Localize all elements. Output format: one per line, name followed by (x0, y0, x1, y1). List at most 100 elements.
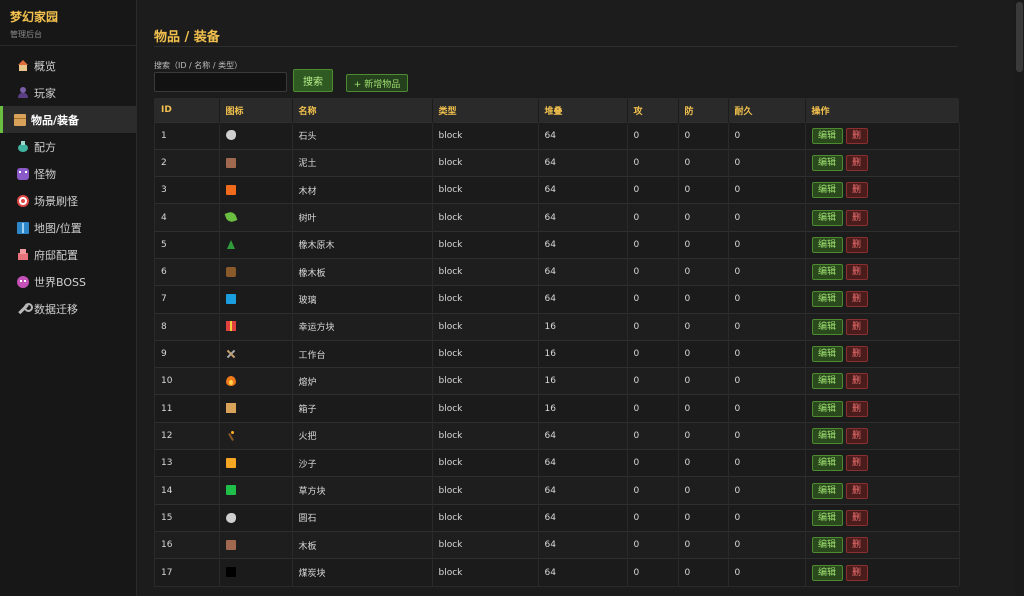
delete-button[interactable]: 删 (845, 291, 868, 308)
sidebar-item-2[interactable]: 物品/装备 (0, 106, 136, 133)
table-row: 2 泥土 block 64 0 0 0 编辑删 (155, 148, 960, 177)
cell-dur: 0 (728, 476, 806, 505)
delete-button[interactable]: 删 (845, 182, 868, 199)
cell-dur: 0 (728, 503, 806, 532)
flask-icon (17, 140, 29, 153)
cell-id: 7 (155, 285, 220, 314)
page-scrollbar[interactable] (1015, 0, 1024, 596)
cell-def: 0 (678, 449, 729, 477)
box-icon (14, 113, 26, 126)
edit-button[interactable]: 编辑 (811, 154, 843, 171)
cell-def: 0 (678, 176, 729, 204)
cell-id: 8 (155, 312, 220, 341)
swatch-icon (225, 184, 236, 195)
cell-actions: 编辑删 (805, 257, 960, 286)
edit-button[interactable]: 编辑 (811, 427, 843, 444)
search-label: 搜索（ID / 名称 / 类型） (154, 61, 243, 70)
column-header: 攻 (627, 99, 679, 122)
cell-id: 3 (155, 176, 220, 204)
sidebar-item-9[interactable]: 数据迁移 (0, 295, 136, 322)
item-icon-cell (219, 285, 293, 314)
edit-button[interactable]: 编辑 (811, 564, 843, 581)
edit-button[interactable]: 编辑 (811, 182, 843, 199)
cell-def: 0 (678, 230, 729, 259)
column-header: 耐久 (728, 99, 806, 122)
column-header: 堆叠 (538, 99, 628, 122)
item-icon-cell (219, 476, 293, 505)
cell-stack: 64 (538, 148, 628, 177)
table-row: 9 工作台 block 16 0 0 0 编辑删 (155, 339, 960, 368)
cell-atk: 0 (627, 367, 679, 395)
cell-dur: 0 (728, 257, 806, 286)
column-header: 类型 (432, 99, 539, 122)
edit-button[interactable]: 编辑 (811, 318, 843, 335)
delete-button[interactable]: 删 (845, 564, 868, 581)
swatch-icon (225, 567, 236, 578)
delete-button[interactable]: 删 (845, 127, 868, 144)
cell-type: block (432, 530, 539, 559)
scrollbar-thumb[interactable] (1016, 2, 1023, 72)
delete-button[interactable]: 删 (845, 455, 868, 472)
edit-button[interactable]: 编辑 (811, 236, 843, 253)
item-icon-cell (219, 503, 293, 532)
cell-stack: 16 (538, 339, 628, 368)
delete-button[interactable]: 删 (845, 264, 868, 281)
cell-id: 16 (155, 530, 220, 559)
cell-actions: 编辑删 (805, 367, 960, 395)
delete-button[interactable]: 删 (845, 209, 868, 226)
edit-button[interactable]: 编辑 (811, 455, 843, 472)
delete-button[interactable]: 删 (845, 236, 868, 253)
sidebar-item-1[interactable]: 玩家 (0, 79, 136, 106)
search-button[interactable]: 搜索 (293, 69, 333, 92)
cell-def: 0 (678, 148, 729, 177)
cell-id: 10 (155, 367, 220, 395)
gift-icon (225, 321, 236, 332)
sidebar-item-label: 怪物 (34, 167, 56, 181)
cell-stack: 64 (538, 476, 628, 505)
cell-name: 石头 (292, 121, 433, 150)
add-item-button[interactable]: + 新增物品 (346, 74, 408, 92)
cell-id: 11 (155, 394, 220, 423)
chest-icon (225, 403, 236, 414)
edit-button[interactable]: 编辑 (811, 209, 843, 226)
search-input[interactable] (154, 72, 287, 92)
delete-button[interactable]: 删 (845, 482, 868, 499)
edit-button[interactable]: 编辑 (811, 537, 843, 554)
edit-button[interactable]: 编辑 (811, 373, 843, 390)
sidebar-item-7[interactable]: 府邸配置 (0, 241, 136, 268)
edit-button[interactable]: 编辑 (811, 264, 843, 281)
cell-atk: 0 (627, 148, 679, 177)
delete-button[interactable]: 删 (845, 509, 868, 526)
sidebar-item-4[interactable]: 怪物 (0, 160, 136, 187)
delete-button[interactable]: 删 (845, 537, 868, 554)
delete-button[interactable]: 删 (845, 400, 868, 417)
edit-button[interactable]: 编辑 (811, 482, 843, 499)
cell-actions: 编辑删 (805, 148, 960, 177)
delete-button[interactable]: 删 (845, 318, 868, 335)
edit-button[interactable]: 编辑 (811, 127, 843, 144)
brand: 梦幻家园 管理后台 (0, 0, 136, 46)
edit-button[interactable]: 编辑 (811, 291, 843, 308)
sidebar-item-8[interactable]: 世界BOSS (0, 268, 136, 295)
column-header: 名称 (292, 99, 433, 122)
edit-button[interactable]: 编辑 (811, 400, 843, 417)
edit-button[interactable]: 编辑 (811, 509, 843, 526)
sidebar-item-label: 数据迁移 (34, 302, 78, 316)
fire-icon (225, 376, 236, 387)
cell-name: 木材 (292, 176, 433, 204)
sidebar-item-5[interactable]: 场景刷怪 (0, 187, 136, 214)
sidebar-item-3[interactable]: 配方 (0, 133, 136, 160)
cell-id: 13 (155, 449, 220, 477)
delete-button[interactable]: 删 (845, 154, 868, 171)
item-icon-cell (219, 257, 293, 286)
delete-button[interactable]: 删 (845, 346, 868, 363)
edit-button[interactable]: 编辑 (811, 346, 843, 363)
cell-dur: 0 (728, 449, 806, 477)
delete-button[interactable]: 删 (845, 427, 868, 444)
sidebar-item-0[interactable]: 概览 (0, 52, 136, 79)
wood-icon (225, 266, 236, 277)
cell-actions: 编辑删 (805, 449, 960, 477)
sidebar-item-6[interactable]: 地图/位置 (0, 214, 136, 241)
cell-dur: 0 (728, 367, 806, 395)
delete-button[interactable]: 删 (845, 373, 868, 390)
